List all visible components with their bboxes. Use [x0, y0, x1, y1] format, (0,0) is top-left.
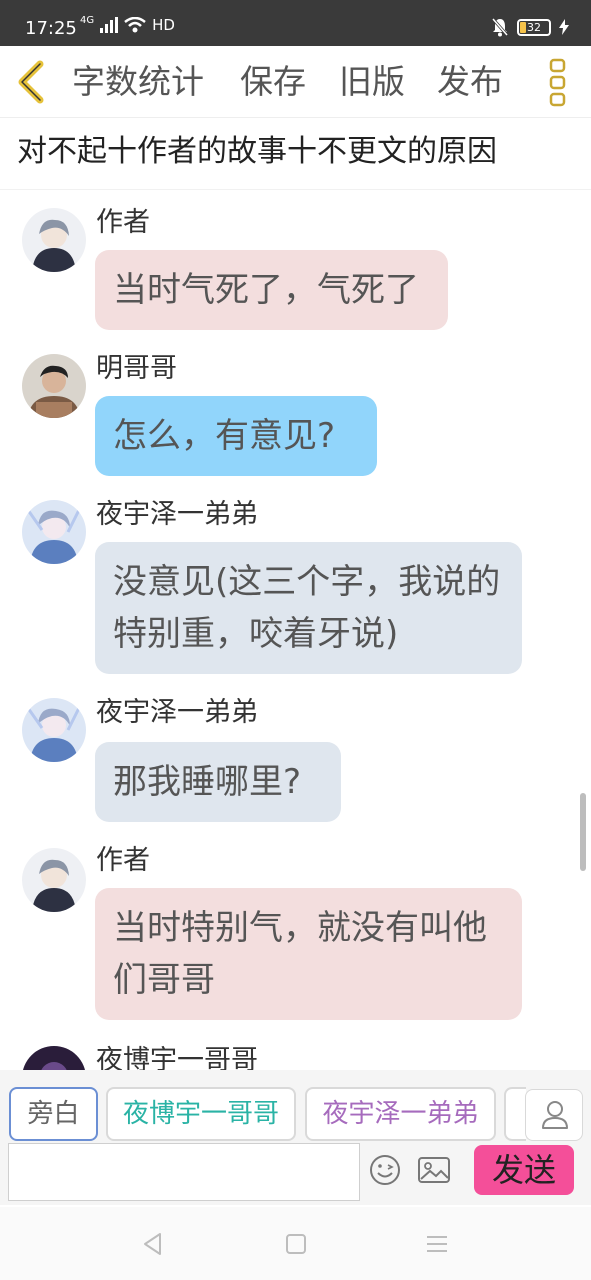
younger-brother-avatar-image	[22, 698, 86, 762]
message-bubble[interactable]: 没意见(这三个字，我说的特别重，咬着牙说)	[95, 542, 522, 674]
avatar[interactable]	[22, 1046, 86, 1070]
composer-panel: 旁白 夜博宇一哥哥 夜宇泽一弟弟 发送	[0, 1070, 591, 1205]
author-avatar-image	[22, 208, 86, 272]
role-chip-older-brother[interactable]: 夜博宇一哥哥	[106, 1087, 296, 1141]
back-triangle-icon[interactable]	[140, 1231, 166, 1257]
speaker-name: 明哥哥	[96, 353, 177, 384]
speaker-name: 作者	[96, 845, 150, 876]
mute-bell-icon	[491, 18, 509, 37]
image-icon	[418, 1157, 450, 1183]
younger-brother-avatar-image	[22, 500, 86, 564]
message-bubble[interactable]: 当时气死了，气死了	[95, 250, 448, 330]
speaker-name: 夜博宇一哥哥	[96, 1045, 258, 1070]
send-button[interactable]: 发送	[474, 1145, 574, 1195]
system-nav-bar	[0, 1207, 591, 1280]
battery-level: 32	[527, 20, 541, 34]
speaker-name: 夜宇泽一弟弟	[96, 499, 258, 530]
word-count-button[interactable]: 字数统计	[72, 62, 204, 102]
message-bubble[interactable]: 怎么，有意见?	[95, 396, 377, 476]
hd-label: HD	[152, 16, 175, 34]
status-bar: 17:25 4G HD 32	[0, 0, 591, 46]
signal-icon	[100, 17, 119, 33]
status-time: 17:25	[25, 18, 77, 39]
person-avatar-image	[22, 354, 86, 418]
role-chip-younger-brother[interactable]: 夜宇泽一弟弟	[305, 1087, 496, 1141]
document-title[interactable]: 对不起十作者的故事十不更文的原因	[17, 132, 497, 172]
menu-lines-icon[interactable]	[424, 1231, 450, 1257]
avatar[interactable]	[22, 208, 86, 272]
publish-button[interactable]: 发布	[437, 62, 503, 102]
message-input[interactable]	[8, 1143, 360, 1201]
more-vertical-icon	[549, 58, 566, 107]
role-chip-overflow[interactable]	[504, 1087, 526, 1141]
old-version-button[interactable]: 旧版	[339, 62, 405, 102]
home-square-icon[interactable]	[283, 1231, 309, 1257]
person-icon	[542, 1101, 568, 1129]
status-icons: 4G HD	[80, 15, 175, 35]
avatar[interactable]	[22, 698, 86, 762]
role-chip-narration[interactable]: 旁白	[9, 1087, 98, 1141]
network-type-label: 4G	[80, 15, 95, 26]
speaker-name: 夜宇泽一弟弟	[96, 697, 258, 728]
avatar[interactable]	[22, 354, 86, 418]
speaker-name: 作者	[96, 207, 150, 238]
image-button[interactable]	[416, 1153, 452, 1187]
status-right: 32	[491, 17, 569, 37]
more-options-button[interactable]	[544, 56, 572, 110]
back-button[interactable]	[12, 58, 52, 106]
chevron-left-icon	[18, 60, 44, 104]
smiley-icon	[370, 1155, 400, 1185]
avatar[interactable]	[22, 848, 86, 912]
top-toolbar: 字数统计 保存 旧版 发布	[0, 46, 591, 118]
older-brother-avatar-image	[22, 1046, 86, 1070]
emoji-button[interactable]	[368, 1153, 402, 1187]
wifi-icon	[124, 17, 146, 33]
chat-area[interactable]: 作者 当时气死了，气死了 明哥哥 怎么，有意见? 夜宇泽一弟弟 没意见(这三个字…	[0, 190, 591, 1070]
select-role-button[interactable]	[525, 1089, 583, 1141]
author-avatar-image	[22, 848, 86, 912]
scrollbar[interactable]	[580, 793, 586, 871]
message-bubble[interactable]: 当时特别气，就没有叫他们哥哥	[95, 888, 522, 1020]
save-button[interactable]: 保存	[240, 62, 306, 102]
message-bubble[interactable]: 那我睡哪里?	[95, 742, 341, 822]
avatar[interactable]	[22, 500, 86, 564]
battery-icon: 32	[517, 18, 551, 36]
charging-icon	[559, 19, 569, 35]
